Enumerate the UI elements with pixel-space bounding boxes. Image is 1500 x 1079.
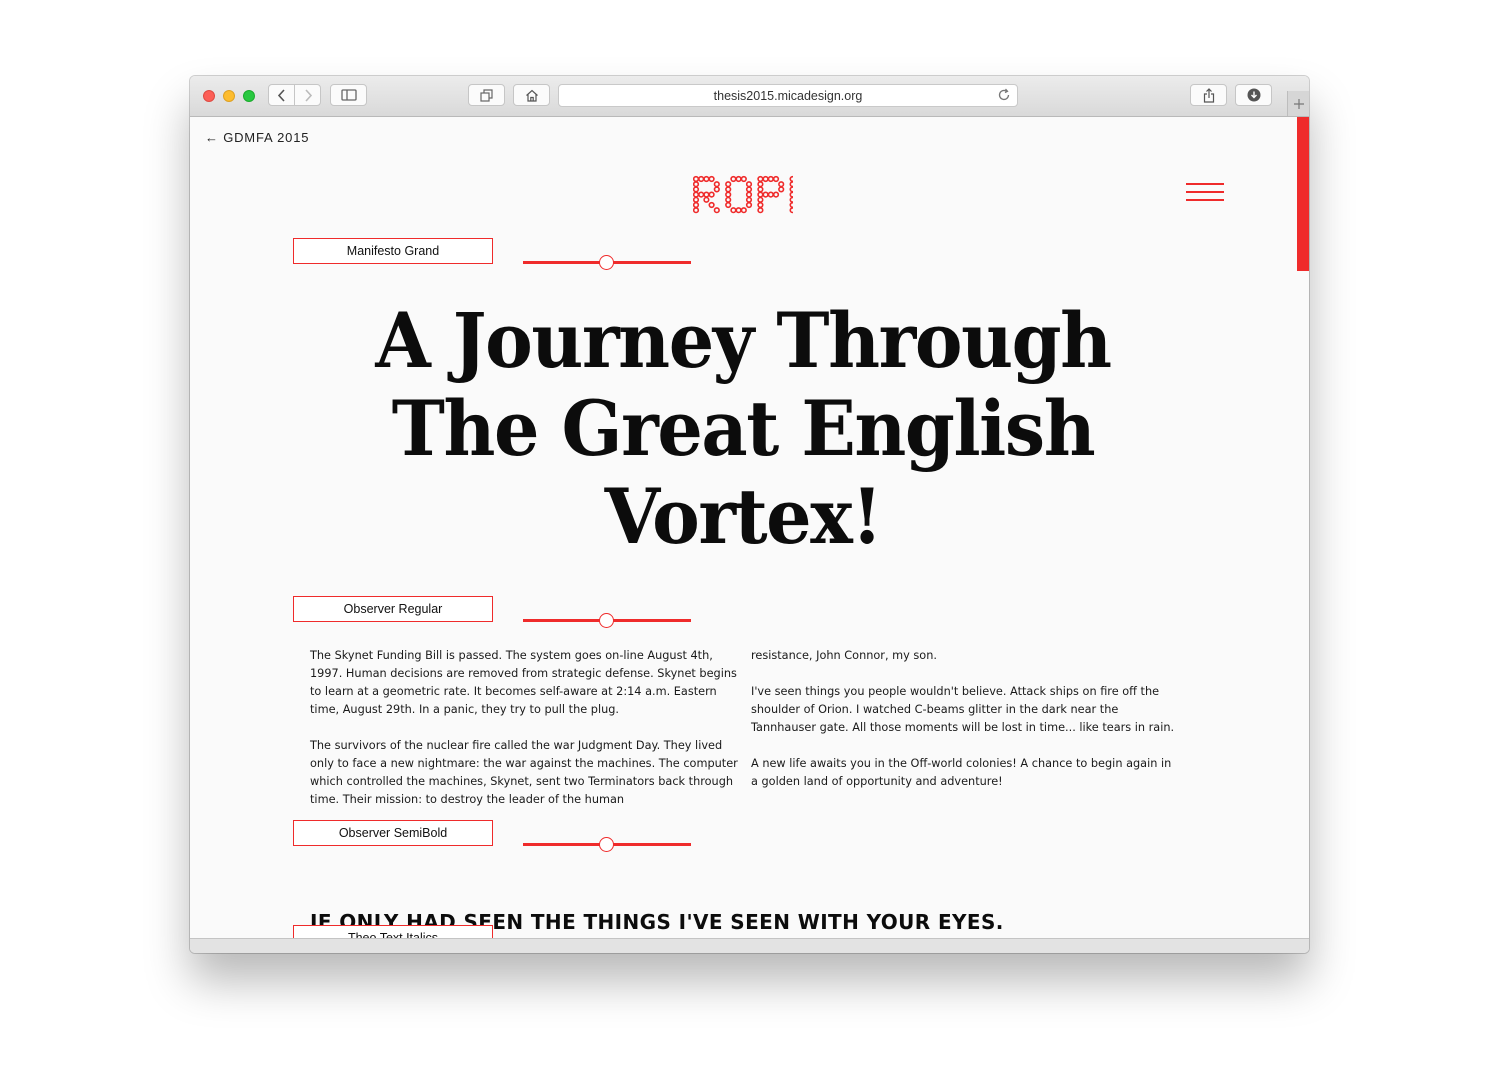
tabs-icon [479,88,493,102]
paragraph: The survivors of the nuclear fire called… [310,739,738,806]
browser-toolbar: thesis2015.micadesign.org [190,76,1309,117]
url-text: thesis2015.micadesign.org [713,88,863,103]
menu-icon-line-middle [1186,191,1224,193]
paragraph: A new life awaits you in the Off-world c… [751,757,1172,788]
address-bar[interactable]: thesis2015.micadesign.org [558,84,1018,107]
download-icon [1247,88,1260,102]
share-button[interactable] [1190,84,1227,106]
chevron-left-icon [277,88,285,102]
font-label-observer-regular[interactable]: Observer Regular [293,596,493,622]
back-to-gdmfa-link[interactable]: ← GDMFA 2015 [205,130,309,145]
font-label-manifesto-grand[interactable]: Manifesto Grand [293,238,493,264]
sidebar-button[interactable] [330,84,367,106]
reload-icon[interactable] [997,88,1011,102]
chevron-right-icon [304,88,312,102]
body-column-right: resistance, John Connor, my son. I've se… [751,647,1181,809]
font-label-observer-semibold[interactable]: Observer SemiBold [293,820,493,846]
menu-button[interactable] [1186,183,1226,203]
paragraph: I've seen things you people wouldn't bel… [751,685,1175,734]
headline-line-2: The Great English [391,384,1096,473]
downloads-button[interactable] [1235,84,1272,106]
rope-logo[interactable] [693,175,793,217]
headline-line-3: Vortex! [604,472,883,561]
font-label-theo-text-italics[interactable]: Theo Text Italics [293,925,493,938]
back-button[interactable] [268,84,295,106]
home-icon [525,89,538,102]
horizontal-scrollbar[interactable] [190,938,1309,953]
plus-icon [1293,98,1304,109]
menu-icon-line-top [1186,183,1224,185]
body-column-left: The Skynet Funding Bill is passed. The s… [310,647,740,827]
zoom-window-button[interactable] [243,90,255,102]
browser-window: thesis2015.micadesign.org ← GDMFA 2015 M… [190,76,1309,953]
paragraph: The Skynet Funding Bill is passed. The s… [310,649,737,716]
headline-line-1: A Journey Through [375,296,1112,385]
share-icon [1203,87,1214,103]
tab-overview-button[interactable] [468,84,505,106]
size-slider-2[interactable] [523,613,693,629]
size-slider-3[interactable] [523,837,693,853]
sidebar-icon [340,89,357,101]
close-window-button[interactable] [203,90,215,102]
paragraph: resistance, John Connor, my son. [751,649,937,662]
vertical-scrollbar-thumb[interactable] [1297,117,1309,271]
forward-button[interactable] [294,84,321,106]
slider-knob[interactable] [599,255,614,270]
home-button[interactable] [513,84,550,106]
minimize-window-button[interactable] [223,90,235,102]
headline: A Journey Through The Great English Vort… [364,297,1122,561]
slider-knob[interactable] [599,837,614,852]
slider-knob[interactable] [599,613,614,628]
page-content: ← GDMFA 2015 Manifesto Grand A Journey T… [190,117,1309,938]
new-tab-button[interactable] [1287,91,1309,116]
menu-icon-line-bottom [1186,199,1224,201]
size-slider-1[interactable] [523,255,693,271]
